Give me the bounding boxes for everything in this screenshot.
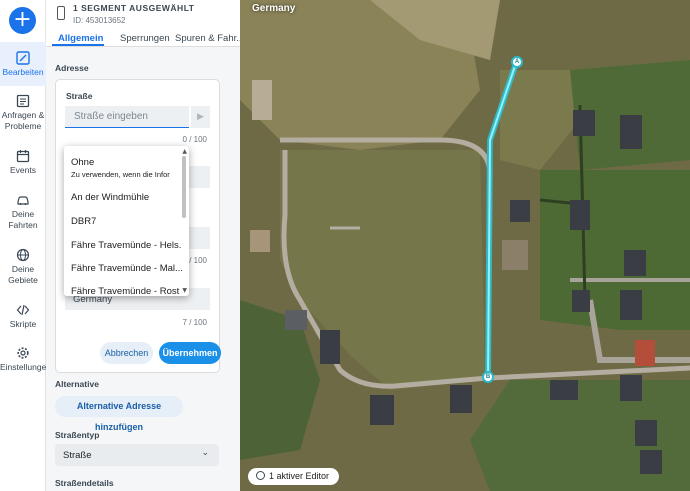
street-input[interactable]: Straße eingeben bbox=[65, 106, 189, 128]
calendar-icon bbox=[16, 150, 30, 163]
scroll-up-arrow-icon[interactable]: ▲ bbox=[182, 148, 187, 155]
satellite-map[interactable]: Germany A B 1 aktiver Editor bbox=[240, 0, 690, 491]
map-imagery bbox=[240, 0, 690, 491]
country-counter: 7 / 100 bbox=[182, 318, 207, 327]
active-editors-pill[interactable]: 1 aktiver Editor bbox=[248, 468, 340, 485]
nav-areas[interactable]: Deine Gebiete bbox=[0, 248, 46, 286]
dropdown-option[interactable]: Fähre Travemünde - Hels. bbox=[71, 240, 181, 251]
nav-edit[interactable]: Bearbeiten bbox=[0, 42, 46, 86]
cancel-button[interactable]: Abbrechen bbox=[100, 342, 153, 364]
plus-icon: + bbox=[13, 7, 32, 32]
reports-icon bbox=[16, 94, 30, 108]
nav-drives[interactable]: Deine Fahrten bbox=[0, 193, 46, 231]
alternative-section-label: Alternative bbox=[55, 379, 99, 389]
segment-icon bbox=[57, 6, 65, 20]
nav-reports[interactable]: Anfragen & Probleme bbox=[0, 94, 46, 132]
nav-events[interactable]: Events bbox=[0, 149, 46, 176]
street-suggestions-dropdown: Ohne Zu verwenden, wenn die Infor An der… bbox=[64, 146, 189, 296]
segment-id: ID: 453013652 bbox=[73, 16, 126, 25]
address-section-label: Adresse bbox=[55, 63, 89, 73]
tab-general[interactable]: Allgemein bbox=[58, 33, 103, 44]
add-button[interactable]: + bbox=[9, 7, 36, 34]
scroll-down-arrow-icon[interactable]: ▼ bbox=[182, 287, 187, 294]
segment-node-b[interactable]: B bbox=[482, 371, 494, 383]
tab-lanes[interactable]: Spuren & Fahr... bbox=[175, 33, 240, 44]
street-counter: 0 / 100 bbox=[182, 135, 207, 144]
nav-settings[interactable]: Einstellungen bbox=[0, 346, 51, 373]
selection-header: 1 SEGMENT AUSGEWÄHLT ID: 453013652 bbox=[46, 0, 240, 30]
street-label: Straße bbox=[66, 91, 93, 101]
code-icon bbox=[16, 304, 30, 316]
gear-icon bbox=[17, 347, 29, 359]
street-details-label: Straßendetails bbox=[55, 478, 114, 488]
apply-button[interactable]: Übernehmen bbox=[159, 342, 221, 364]
map-country-label: Germany bbox=[252, 3, 296, 14]
tab-closures[interactable]: Sperrungen bbox=[120, 33, 170, 44]
tab-bar: Allgemein Sperrungen Spuren & Fahr... bbox=[46, 30, 240, 47]
add-alternative-address-button[interactable]: Alternative Adresse hinzufügen bbox=[55, 396, 183, 432]
selection-title: 1 SEGMENT AUSGEWÄHLT bbox=[73, 3, 195, 13]
dropdown-scroll-thumb[interactable] bbox=[182, 156, 186, 218]
left-nav-rail: + Bearbeiten Anfragen & Probleme Events … bbox=[0, 0, 51, 491]
segment-edit-panel: 1 SEGMENT AUSGEWÄHLT ID: 453013652 Allge… bbox=[46, 0, 240, 491]
road-type-select[interactable]: Straße ⌄ bbox=[55, 444, 219, 466]
dropdown-option[interactable]: Fähre Travemünde - Mal... bbox=[71, 263, 183, 274]
dropdown-option[interactable]: An der Windmühle bbox=[71, 192, 149, 203]
segment-node-a[interactable]: A bbox=[511, 56, 523, 68]
road-type-label: Straßentyp bbox=[55, 430, 100, 440]
dropdown-option[interactable]: DBR7 bbox=[71, 216, 96, 227]
dropdown-option[interactable]: Fähre Travemünde - Rost bbox=[71, 286, 179, 296]
chevron-down-icon: ⌄ bbox=[201, 448, 209, 458]
dropdown-option[interactable]: Ohne Zu verwenden, wenn die Infor bbox=[71, 157, 170, 179]
globe-icon bbox=[16, 248, 30, 262]
edit-map-icon bbox=[16, 51, 30, 65]
speaker-icon[interactable]: ▶ bbox=[191, 106, 210, 128]
users-icon bbox=[256, 471, 265, 480]
car-icon bbox=[17, 196, 29, 205]
nav-scripts[interactable]: Skripte bbox=[0, 303, 46, 330]
active-tab-indicator bbox=[52, 44, 104, 46]
